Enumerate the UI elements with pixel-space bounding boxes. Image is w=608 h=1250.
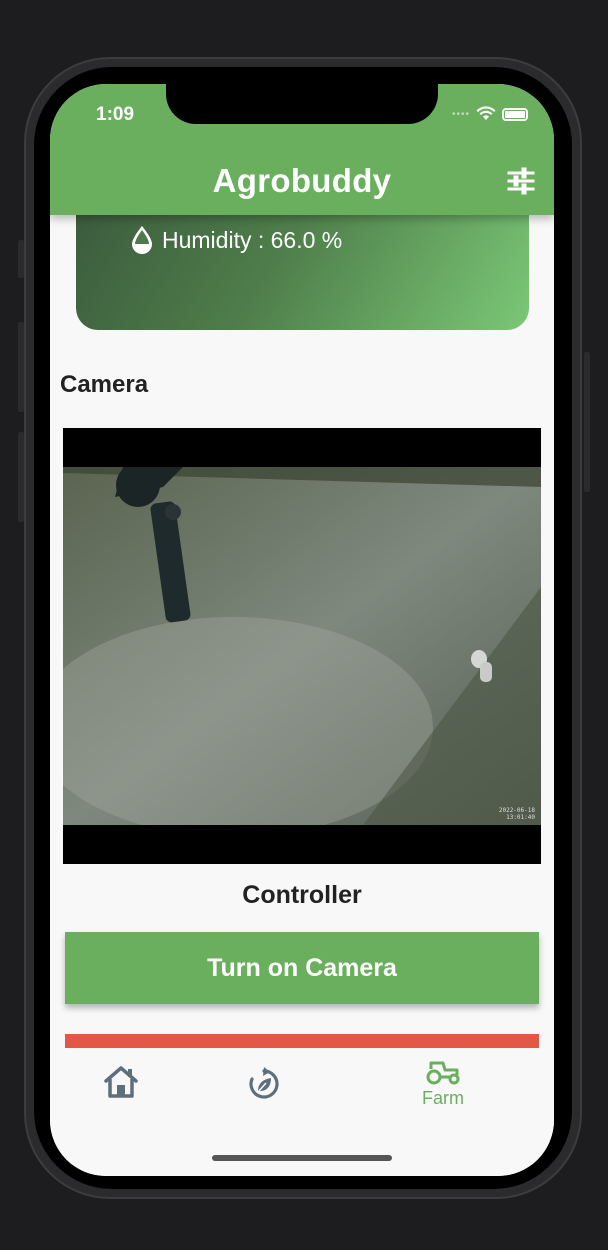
recycle-leaf-icon (249, 1067, 279, 1099)
device-notch (166, 84, 438, 124)
battery-icon (502, 107, 528, 121)
filter-settings-button[interactable] (506, 166, 536, 196)
side-button (18, 240, 24, 278)
tractor-icon (426, 1061, 460, 1085)
camera-feed: 2022-06-18 13:01:40 (63, 428, 541, 864)
camera-section-title: Camera (60, 371, 149, 398)
turn-on-camera-button[interactable]: Turn on Camera (65, 932, 539, 1004)
camera-time: 13:01:40 (506, 814, 535, 821)
wifi-icon (476, 106, 496, 120)
controller-title: Controller (242, 881, 362, 909)
home-indicator (212, 1155, 392, 1161)
camera-date: 2022-06-18 (498, 807, 535, 814)
nav-item-recycle[interactable] (247, 1066, 281, 1102)
power-button (584, 352, 590, 492)
volume-down-button (18, 432, 24, 522)
tune-icon (507, 167, 535, 195)
signal-dots-icon: •••• (451, 108, 470, 120)
camera-timestamp: 2022-06-18 13:01:40 (499, 807, 535, 821)
nav-item-home[interactable] (102, 1064, 140, 1100)
app-header: 1:09 •••• Agrobuddy (50, 84, 554, 215)
camera-scene-image (63, 467, 541, 825)
volume-up-button (18, 322, 24, 412)
status-icons: •••• (452, 106, 528, 122)
home-icon (104, 1066, 138, 1098)
camera-image: 2022-06-18 13:01:40 (63, 467, 541, 825)
water-drop-icon (132, 226, 152, 254)
nav-item-farm[interactable]: Farm (422, 1060, 464, 1109)
status-time: 1:09 (96, 104, 135, 125)
nav-label-farm: Farm (422, 1088, 464, 1108)
app-screen: Humidity : 66.0 % 1:09 •••• Agrobuddy Ca… (50, 84, 554, 1176)
humidity-row: Humidity : 66.0 % (128, 224, 342, 256)
humidity-text: Humidity : 66.0 % (162, 226, 343, 253)
app-title: Agrobuddy (212, 162, 392, 199)
